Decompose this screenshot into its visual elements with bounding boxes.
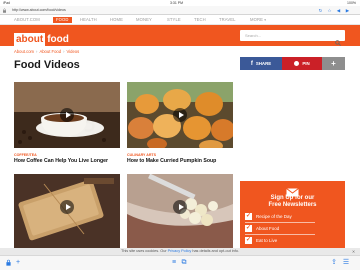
page-title: Food Videos	[14, 59, 80, 71]
nav-home[interactable]: HOME	[110, 17, 123, 23]
newsletter-signup: Sign Up for our Free Newsletters Recipe …	[240, 181, 345, 251]
pinterest-icon	[294, 61, 300, 66]
tabs-icon[interactable]: ⧉	[180, 259, 188, 267]
site-nav: ABOUT.COM FOOD HEALTH HOME MONEY STYLE T…	[0, 15, 360, 25]
nav-more-label: MORE	[250, 17, 263, 22]
nav-about-com[interactable]: ABOUT.COM	[14, 17, 40, 23]
video-thumbnail-cutting-board[interactable]	[14, 174, 120, 248]
newsletter-heading: Sign Up for our	[270, 195, 315, 201]
video-category[interactable]: CULINARY ARTS	[127, 153, 156, 157]
play-icon[interactable]	[173, 108, 187, 122]
newsletter-option-label: About Food	[256, 225, 280, 231]
chevron-down-icon: ▾	[264, 18, 267, 22]
newsletter-subheading: Free Newsletters	[268, 202, 317, 208]
lock-icon[interactable]	[4, 259, 12, 267]
site-header: about food Search...	[0, 25, 360, 46]
newsletter-option-recipe[interactable]: Recipe of the Day	[245, 211, 315, 221]
nav-style[interactable]: STYLE	[167, 17, 181, 23]
pinterest-pin-button[interactable]: PIN	[282, 57, 322, 70]
nav-more[interactable]: MORE ▾	[250, 17, 266, 23]
newsletter-option-label: Recipe of the Day	[256, 213, 292, 219]
cookie-notice: This site uses cookies. Our Privacy Poli…	[0, 248, 360, 255]
search-icon[interactable]	[335, 33, 341, 46]
browser-address-bar: http://www.about.com/food/videos ↻ ☆ ◀ ▶	[0, 6, 360, 15]
forward-icon[interactable]: ▶	[345, 8, 350, 13]
facebook-share-label: SHARE	[255, 61, 272, 66]
bookmark-icon[interactable]: ☆	[327, 8, 332, 13]
more-share-button[interactable]: +	[322, 57, 345, 70]
back-icon[interactable]: ◀	[336, 8, 341, 13]
reader-icon[interactable]: ≡	[170, 259, 178, 267]
reload-icon[interactable]: ↻	[318, 8, 323, 13]
newsletter-options: Recipe of the Day About Food Eat to Live	[245, 211, 315, 247]
checkbox-checked[interactable]	[245, 224, 252, 232]
newsletter-option-about-food[interactable]: About Food	[245, 223, 315, 233]
facebook-share-button[interactable]: f SHARE	[240, 57, 282, 70]
privacy-policy-link[interactable]: Privacy Policy	[168, 249, 192, 253]
breadcrumb-videos[interactable]: Videos	[67, 49, 80, 54]
pinterest-pin-label: PIN	[302, 61, 310, 66]
battery-level: 100%	[347, 1, 356, 5]
lock-icon	[2, 8, 7, 13]
video-title[interactable]: How to Make Curried Pumpkin Soup	[127, 158, 235, 164]
play-icon[interactable]	[60, 108, 74, 122]
about-food-logo[interactable]: about food	[14, 29, 76, 46]
breadcrumb-about-food[interactable]: About Food	[39, 49, 61, 54]
video-thumbnail-coffee[interactable]	[14, 82, 120, 148]
menu-icon[interactable]: ☰	[342, 259, 350, 267]
nav-food[interactable]: FOOD	[53, 17, 72, 23]
breadcrumb: About.com › About Food › Videos	[14, 49, 79, 55]
search-input[interactable]: Search...	[245, 33, 261, 38]
nav-travel[interactable]: TRAVEL	[219, 17, 236, 23]
search-box[interactable]: Search...	[240, 30, 345, 46]
newsletter-option-label: Eat to Live	[256, 237, 278, 243]
breadcrumb-about-com[interactable]: About.com	[14, 49, 34, 54]
carrier-label: iPad	[3, 1, 11, 5]
cookie-text-end: has details and opt-out info.	[191, 249, 239, 253]
share-icon[interactable]: ⇪	[330, 259, 338, 267]
cookie-text-start: This site uses cookies. Our	[121, 249, 168, 253]
browser-toolbar: + ≡ ⧉ ⇪ ☰	[0, 255, 360, 270]
video-thumbnail-pumpkin[interactable]	[127, 82, 233, 148]
nav-tech[interactable]: TECH	[194, 17, 206, 23]
checkbox-checked[interactable]	[245, 236, 252, 244]
nav-money[interactable]: MONEY	[136, 17, 152, 23]
envelope-icon	[286, 184, 299, 197]
video-title[interactable]: How Coffee Can Help You Live Longer	[14, 158, 122, 164]
nav-health[interactable]: HEALTH	[80, 17, 97, 23]
logo-about: about	[14, 33, 46, 46]
close-icon[interactable]: ✕	[351, 249, 356, 254]
url-field[interactable]: http://www.about.com/food/videos	[12, 8, 302, 13]
checkbox-checked[interactable]	[245, 212, 252, 220]
logo-food: food	[47, 34, 69, 45]
video-thumbnail-garlic[interactable]	[127, 174, 233, 248]
video-category[interactable]: COFFEE/TEA	[14, 153, 37, 157]
facebook-icon: f	[250, 60, 253, 67]
add-icon[interactable]: +	[14, 259, 22, 267]
clock: 3:31 PM	[170, 1, 184, 5]
play-icon[interactable]	[173, 200, 187, 214]
play-icon[interactable]	[60, 200, 74, 214]
newsletter-option-eat-to-live[interactable]: Eat to Live	[245, 235, 315, 245]
